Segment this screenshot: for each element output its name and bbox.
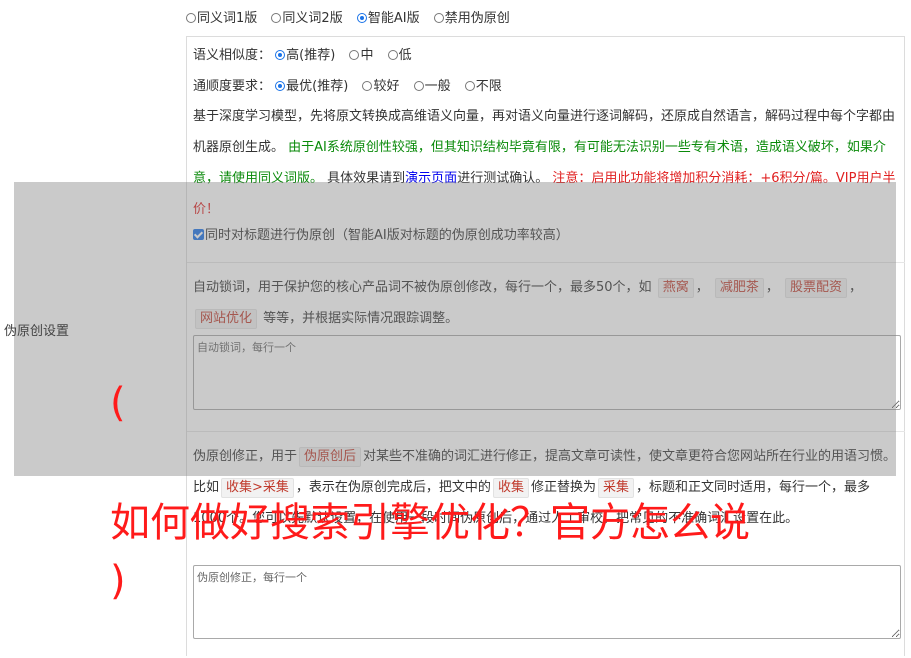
fluency-option-normal[interactable]: 一般 — [413, 76, 451, 98]
radio-selected-icon[interactable] — [275, 81, 286, 91]
version-option-synonym1[interactable]: 同义词1版 — [186, 10, 257, 28]
version-label-synonym1: 同义词1版 — [197, 11, 258, 26]
radio-icon[interactable] — [362, 81, 373, 91]
radio-icon[interactable] — [413, 81, 424, 91]
radio-icon[interactable] — [349, 50, 360, 60]
side-label: 伪原创设置 — [4, 324, 70, 339]
fluency-label-best: 最优(推荐) — [286, 79, 349, 94]
version-label-disable: 禁用伪原创 — [444, 11, 510, 26]
fluency-label-unlimited: 不限 — [475, 79, 502, 94]
example-tag: 收集>采集 — [221, 478, 294, 498]
radio-icon[interactable] — [271, 13, 282, 23]
fluency-option-best[interactable]: 最优(推荐) — [275, 76, 348, 98]
radio-icon[interactable] — [186, 13, 196, 23]
similarity-option-high[interactable]: 高(推荐) — [275, 45, 335, 67]
radio-icon[interactable] — [464, 81, 475, 91]
version-radio-group: 同义词1版 同义词2版 智能AI版 禁用伪原创 — [186, 10, 520, 28]
similarity-row: 语义相似度： 高(推荐) 中 低 — [193, 45, 422, 67]
correction-text-4: 修正替换为 — [530, 480, 596, 495]
gray-overlay — [14, 182, 896, 476]
similarity-option-low[interactable]: 低 — [387, 45, 412, 67]
radio-icon[interactable] — [433, 13, 444, 23]
correction-input[interactable] — [193, 565, 901, 639]
version-option-synonym2[interactable]: 同义词2版 — [271, 10, 343, 28]
radio-selected-icon[interactable] — [356, 13, 367, 23]
fluency-row: 通顺度要求： 最优(推荐) 较好 一般 不限 — [193, 76, 512, 98]
radio-selected-icon[interactable] — [275, 50, 286, 60]
version-label-synonym2: 同义词2版 — [282, 11, 343, 26]
example-tag: 收集 — [492, 478, 529, 498]
fluency-option-good[interactable]: 较好 — [362, 76, 399, 98]
fluency-option-unlimited[interactable]: 不限 — [464, 76, 502, 98]
similarity-label-high: 高(推荐) — [286, 48, 336, 63]
fluency-label: 通顺度要求： — [193, 79, 272, 94]
headline-open-paren: ( — [110, 380, 126, 426]
version-option-ai[interactable]: 智能AI版 — [356, 10, 420, 28]
correction-text-3: ，表示在伪原创完成后，把文中的 — [295, 480, 491, 495]
similarity-label: 语义相似度： — [193, 48, 272, 63]
fluency-label-good: 较好 — [373, 79, 400, 94]
version-label-ai: 智能AI版 — [367, 11, 420, 26]
example-tag: 采集 — [597, 478, 634, 498]
version-option-disable[interactable]: 禁用伪原创 — [433, 10, 510, 28]
headline-close-paren: ) — [110, 558, 126, 604]
similarity-option-mid[interactable]: 中 — [349, 45, 373, 67]
similarity-label-mid: 中 — [360, 48, 374, 63]
fluency-label-normal: 一般 — [424, 79, 451, 94]
radio-icon[interactable] — [387, 50, 398, 60]
headline-text: 如何做好搜索引擎优化？官方怎么说 — [110, 500, 750, 546]
similarity-label-low: 低 — [398, 48, 412, 63]
